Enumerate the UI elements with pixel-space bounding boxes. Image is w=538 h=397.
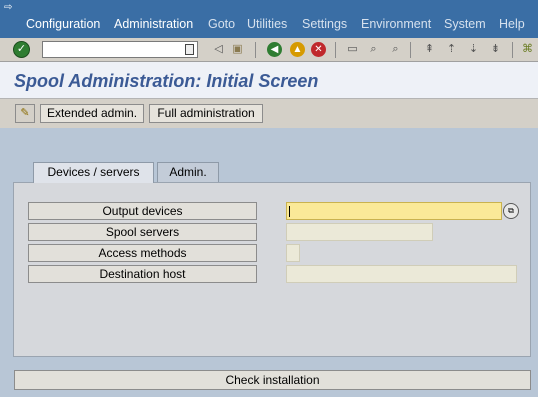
save-icon[interactable]: ▣ xyxy=(230,42,245,57)
system-menu-icon[interactable]: ⇨ xyxy=(4,3,16,13)
standard-toolbar: ✓ ◁ ▣ ◀ ▲ ✕ ▭ ⌕ ⌕ ⇞ ⇡ ⇣ ⇟ ⌘ xyxy=(0,38,538,62)
back-icon[interactable]: ◀ xyxy=(267,42,282,57)
tab-admin[interactable]: Admin. xyxy=(157,162,219,182)
command-field[interactable] xyxy=(42,41,198,58)
find-icon[interactable]: ⌕ xyxy=(366,42,381,57)
exit-icon[interactable]: ▲ xyxy=(290,42,305,57)
toolbar-separator xyxy=(410,42,411,58)
destination-host-button[interactable]: Destination host xyxy=(28,265,257,283)
output-devices-button[interactable]: Output devices xyxy=(28,202,257,220)
access-methods-field[interactable] xyxy=(286,244,300,262)
pencil-icon[interactable]: ✎ xyxy=(15,104,35,123)
menu-item-configuration[interactable]: Configuration xyxy=(26,17,100,31)
value-help-icon[interactable]: ⧉ xyxy=(503,203,519,219)
tab-devices-servers[interactable]: Devices / servers xyxy=(33,162,154,183)
menu-item-administration[interactable]: Administration xyxy=(114,17,193,31)
menu-item-settings[interactable]: Settings xyxy=(302,17,347,31)
text-cursor xyxy=(289,206,290,217)
page-title: Spool Administration: Initial Screen xyxy=(14,71,319,91)
toolbar-separator xyxy=(335,42,336,58)
access-methods-button[interactable]: Access methods xyxy=(28,244,257,262)
previous-page-icon[interactable]: ⇡ xyxy=(444,42,459,57)
destination-host-field[interactable] xyxy=(286,265,517,283)
create-session-icon[interactable]: ⌘ xyxy=(520,42,535,57)
last-page-icon[interactable]: ⇟ xyxy=(488,42,503,57)
toolbar-separator xyxy=(512,42,513,58)
command-history-icon[interactable] xyxy=(185,44,194,55)
full-administration-button[interactable]: Full administration xyxy=(149,104,263,123)
first-page-icon[interactable]: ⇞ xyxy=(422,42,437,57)
find-next-icon[interactable]: ⌕ xyxy=(388,42,403,57)
spool-servers-button[interactable]: Spool servers xyxy=(28,223,257,241)
spool-servers-field[interactable] xyxy=(286,223,433,241)
menu-item-environment[interactable]: Environment xyxy=(361,17,431,31)
menu-item-utilities[interactable]: Utilities xyxy=(247,17,287,31)
print-icon[interactable]: ▭ xyxy=(345,42,360,57)
menu-item-goto[interactable]: Goto xyxy=(208,17,235,31)
check-installation-button[interactable]: Check installation xyxy=(14,370,531,390)
toolbar-separator xyxy=(255,42,256,58)
back-arrow-icon[interactable]: ◁ xyxy=(211,42,226,57)
output-devices-field[interactable] xyxy=(286,202,502,220)
cancel-icon[interactable]: ✕ xyxy=(311,42,326,57)
menu-item-system[interactable]: System xyxy=(444,17,486,31)
next-page-icon[interactable]: ⇣ xyxy=(466,42,481,57)
enter-icon[interactable]: ✓ xyxy=(13,41,30,58)
menu-bar: ⇨ Configuration Administration Goto Util… xyxy=(0,0,538,38)
menu-item-help[interactable]: Help xyxy=(499,17,525,31)
extended-admin-button[interactable]: Extended admin. xyxy=(40,104,144,123)
